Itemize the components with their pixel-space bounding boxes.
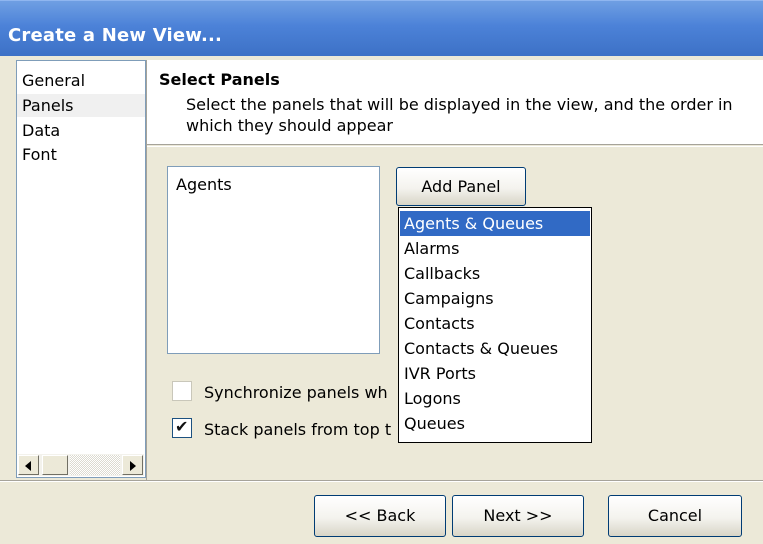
dropdown-item-campaigns[interactable]: Campaigns bbox=[400, 286, 590, 311]
dropdown-item-contacts[interactable]: Contacts bbox=[400, 311, 590, 336]
synchronize-panels-label: Synchronize panels wh bbox=[204, 383, 388, 402]
arrow-right-icon bbox=[130, 461, 136, 471]
window-title: Create a New View... bbox=[8, 25, 223, 46]
scroll-left-button[interactable] bbox=[18, 455, 39, 475]
nav-list[interactable]: General Panels Data Font bbox=[16, 60, 146, 478]
header-separator bbox=[147, 146, 763, 147]
section-title: Select Panels bbox=[159, 70, 280, 89]
add-panel-button[interactable]: Add Panel bbox=[396, 167, 526, 206]
title-bar[interactable]: Create a New View... bbox=[0, 0, 763, 56]
stack-panels-label: Stack panels from top t bbox=[204, 420, 392, 439]
section-description: Select the panels that will be displayed… bbox=[186, 95, 733, 135]
section-header: Select Panels Select the panels that wil… bbox=[147, 60, 763, 145]
dropdown-item-agents-queues[interactable]: Agents & Queues bbox=[400, 211, 590, 236]
scroll-right-button[interactable] bbox=[122, 455, 143, 475]
scroll-thumb[interactable] bbox=[42, 455, 68, 475]
synchronize-panels-checkbox[interactable] bbox=[172, 381, 192, 401]
dropdown-item-logons[interactable]: Logons bbox=[400, 386, 590, 411]
cancel-button[interactable]: Cancel bbox=[608, 495, 742, 537]
dropdown-item-callbacks[interactable]: Callbacks bbox=[400, 261, 590, 286]
list-item[interactable]: Agents bbox=[176, 175, 232, 194]
next-button[interactable]: Next >> bbox=[452, 495, 584, 537]
dropdown-item-contacts-queues[interactable]: Contacts & Queues bbox=[400, 336, 590, 361]
selected-panels-list[interactable]: Agents bbox=[167, 166, 380, 354]
back-button[interactable]: << Back bbox=[314, 495, 446, 537]
nav-item-panels[interactable]: Panels bbox=[17, 94, 145, 117]
add-panel-dropdown[interactable]: Agents & Queues Alarms Callbacks Campaig… bbox=[398, 207, 592, 443]
dropdown-item-queues[interactable]: Queues bbox=[400, 411, 590, 436]
nav-horizontal-scrollbar[interactable] bbox=[18, 454, 144, 476]
nav-item-general[interactable]: General bbox=[17, 69, 145, 92]
arrow-left-icon bbox=[25, 461, 31, 471]
stack-panels-checkbox[interactable]: ✔ bbox=[172, 417, 192, 438]
footer-separator bbox=[0, 480, 763, 482]
scroll-track[interactable] bbox=[70, 455, 120, 475]
dropdown-item-alarms[interactable]: Alarms bbox=[400, 236, 590, 261]
dropdown-item-ivr-ports[interactable]: IVR Ports bbox=[400, 361, 590, 386]
checkmark-icon: ✔ bbox=[175, 417, 189, 436]
nav-item-font[interactable]: Font bbox=[17, 143, 145, 166]
nav-item-data[interactable]: Data bbox=[17, 119, 145, 142]
